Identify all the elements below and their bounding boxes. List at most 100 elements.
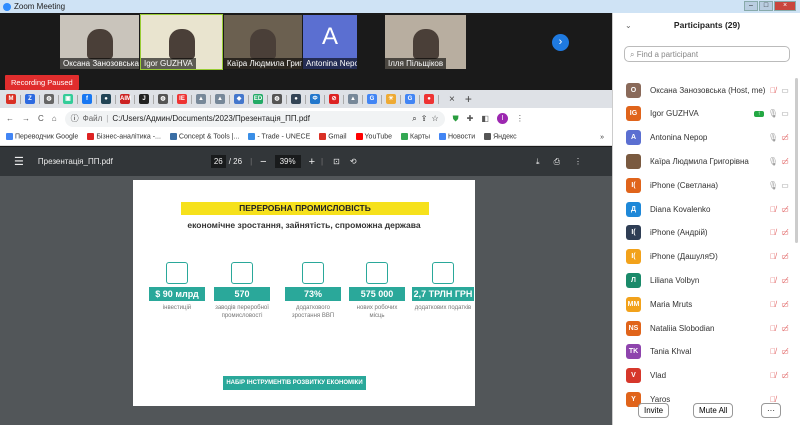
mic-muted-icon[interactable]: 🎙̸ — [767, 276, 779, 285]
mute-all-button[interactable]: Mute All — [693, 403, 734, 418]
mic-icon[interactable]: 🎙 — [767, 157, 779, 166]
mic-icon[interactable]: 🎙 — [767, 133, 779, 142]
mic-muted-icon[interactable]: 🎙̸ — [767, 324, 779, 333]
camera-off-icon[interactable]: ▭̸ — [779, 228, 791, 237]
participant-search-input[interactable]: ⌕ Find a participant — [624, 46, 790, 62]
zoom-out-button[interactable]: − — [260, 156, 266, 168]
invite-button[interactable]: Invite — [638, 403, 670, 418]
bookmark-item[interactable]: Concept & Tools |... — [169, 133, 239, 141]
browser-tab[interactable]: ● — [101, 94, 111, 104]
participant-row[interactable]: Л Liliana Volbyn 🎙̸ ▭̸ — [626, 271, 791, 289]
mic-icon[interactable]: 🎙 — [767, 109, 779, 118]
profile-avatar[interactable]: I — [496, 113, 508, 124]
browser-tab[interactable]: M — [6, 94, 16, 104]
browser-tab[interactable]: ⊘ — [329, 94, 339, 104]
share-icon[interactable]: ⇪ — [421, 114, 428, 123]
browser-tab[interactable]: ● — [291, 94, 301, 104]
tab-close-icon[interactable]: × — [449, 94, 455, 105]
participant-row[interactable]: MM Maria Mruts 🎙̸ ▭̸ — [626, 295, 791, 313]
forward-icon[interactable]: → — [22, 114, 30, 123]
camera-off-icon[interactable]: ▭̸ — [779, 371, 791, 380]
bookmark-item[interactable]: - Trade - UNECE — [248, 133, 310, 141]
browser-tab[interactable]: ▲ — [215, 94, 225, 104]
bookmark-item[interactable]: Новости — [439, 133, 475, 141]
pdf-viewer[interactable]: ПЕРЕРОБНА ПРОМИСЛОВІСТЬ економічне зрост… — [0, 176, 612, 425]
browser-tab[interactable]: Z — [25, 94, 35, 104]
bookmark-item[interactable]: Gmail — [319, 133, 347, 141]
shield-extension-icon[interactable]: ⛊ — [453, 114, 459, 124]
browser-tab[interactable]: ED — [253, 94, 263, 104]
scrollbar[interactable] — [795, 78, 798, 243]
mic-muted-icon[interactable]: 🎙̸ — [767, 252, 779, 261]
video-thumbnail[interactable]: Igor GUZHVA — [140, 14, 223, 70]
camera-off-icon[interactable]: ▭̸ — [779, 133, 791, 142]
print-icon[interactable]: ⎙ — [554, 157, 560, 167]
economy-tools-button[interactable]: НАБІР ІНСТРУМЕНТІВ РОЗВИТКУ ЕКОНОМІКИ — [223, 376, 366, 390]
zoom-level-input[interactable]: 39% — [274, 155, 301, 168]
close-button[interactable]: × — [774, 1, 796, 11]
browser-tab[interactable]: ◍ — [272, 94, 282, 104]
participant-row[interactable]: Каїра Людмила Григорівна 🎙 ▭̸ — [626, 152, 791, 170]
back-icon[interactable]: ← — [6, 114, 14, 123]
participant-row[interactable]: NS Nataliia Slobodian 🎙̸ ▭̸ — [626, 319, 791, 337]
zoom-page-icon[interactable]: ⌕ — [412, 114, 416, 124]
browser-tab[interactable]: ▣ — [63, 94, 73, 104]
bookmark-item[interactable]: YouTube — [355, 133, 392, 141]
participant-row[interactable]: Д Diana Kovalenko 🎙̸ ▭̸ — [626, 200, 791, 218]
hamburger-menu-icon[interactable]: ☰ — [14, 155, 24, 168]
browser-tab[interactable]: G — [367, 94, 377, 104]
browser-tab[interactable]: ◆ — [234, 94, 244, 104]
video-thumbnail[interactable]: Каїра Людмила Григорі... — [224, 15, 302, 69]
browser-tab[interactable]: AIM — [120, 94, 131, 104]
camera-icon[interactable]: ▭ — [779, 181, 791, 190]
camera-off-icon[interactable]: ▭̸ — [779, 324, 791, 333]
bookmark-item[interactable]: Яндекс — [484, 133, 517, 141]
camera-off-icon[interactable]: ▭̸ — [779, 157, 791, 166]
browser-tab[interactable]: ☀ — [386, 94, 396, 104]
reload-icon[interactable]: C — [38, 114, 44, 123]
menu-icon[interactable]: ⋮ — [516, 114, 524, 123]
page-number-input[interactable]: 26 — [210, 155, 226, 168]
camera-icon[interactable]: ▭ — [779, 86, 791, 95]
camera-off-icon[interactable]: ▭̸ — [779, 276, 791, 285]
participant-row[interactable]: A Antonina Nepop 🎙 ▭̸ — [626, 129, 791, 147]
participant-row[interactable]: I(iPhone (Андрій) 🎙̸ ▭̸ — [626, 224, 791, 242]
next-videos-button[interactable]: › — [552, 34, 569, 51]
mic-muted-icon[interactable]: 🎙̸ — [767, 205, 779, 214]
extensions-icon[interactable]: ✚ — [467, 114, 474, 123]
zoom-in-button[interactable]: + — [309, 156, 315, 168]
video-thumbnail[interactable]: Ілля Пільщіков — [385, 15, 466, 69]
more-button[interactable]: ··· — [761, 403, 781, 418]
more-options-icon[interactable]: ⋮ — [574, 157, 582, 166]
camera-off-icon[interactable]: ▭̸ — [779, 347, 791, 356]
bookmark-star-icon[interactable]: ☆ — [431, 114, 438, 123]
mic-muted-icon[interactable]: 🎙̸ — [767, 347, 779, 356]
mic-muted-icon[interactable]: 🎙̸ — [767, 371, 779, 380]
mic-muted-icon[interactable]: 🎙̸ — [767, 86, 779, 95]
bookmark-item[interactable]: Карты — [401, 133, 430, 141]
participant-row[interactable]: TK Tania Khval 🎙̸ ▭̸ — [626, 343, 791, 361]
fit-page-icon[interactable]: ⊡ — [333, 157, 340, 166]
camera-off-icon[interactable]: ▭̸ — [779, 205, 791, 214]
browser-tab[interactable]: ● — [424, 94, 434, 104]
rotate-icon[interactable]: ⟲ — [350, 157, 357, 166]
side-panel-icon[interactable]: ◧ — [481, 114, 489, 123]
browser-tab[interactable]: f — [82, 94, 92, 104]
browser-tab[interactable]: ▲ — [348, 94, 358, 104]
bookmarks-more[interactable]: » — [600, 134, 604, 141]
browser-tab[interactable]: IE — [177, 94, 187, 104]
participant-row[interactable]: O Оксана Занозовська (Host, me) 🎙̸ ▭ — [626, 81, 791, 99]
home-icon[interactable]: ⌂ — [52, 114, 57, 123]
maximize-button[interactable]: □ — [759, 1, 773, 11]
browser-tab[interactable]: ◍ — [44, 94, 54, 104]
camera-off-icon[interactable]: ▭̸ — [779, 300, 791, 309]
camera-off-icon[interactable]: ▭̸ — [779, 252, 791, 261]
video-thumbnail[interactable]: Оксана Занозовська — [60, 15, 139, 69]
browser-tab[interactable]: Ф — [310, 94, 320, 104]
browser-tab[interactable]: ▲ — [196, 94, 206, 104]
browser-tab[interactable]: ◍ — [158, 94, 168, 104]
camera-icon[interactable]: ▭ — [779, 109, 791, 118]
url-bar[interactable]: ⓘ Файл | C:/Users/Админ/Documents/2023/П… — [64, 110, 445, 127]
participant-row[interactable]: I(iPhone (Дашуля⅁) 🎙̸ ▭̸ — [626, 248, 791, 266]
video-thumbnail[interactable]: A Antonina Nepop — [303, 15, 357, 69]
